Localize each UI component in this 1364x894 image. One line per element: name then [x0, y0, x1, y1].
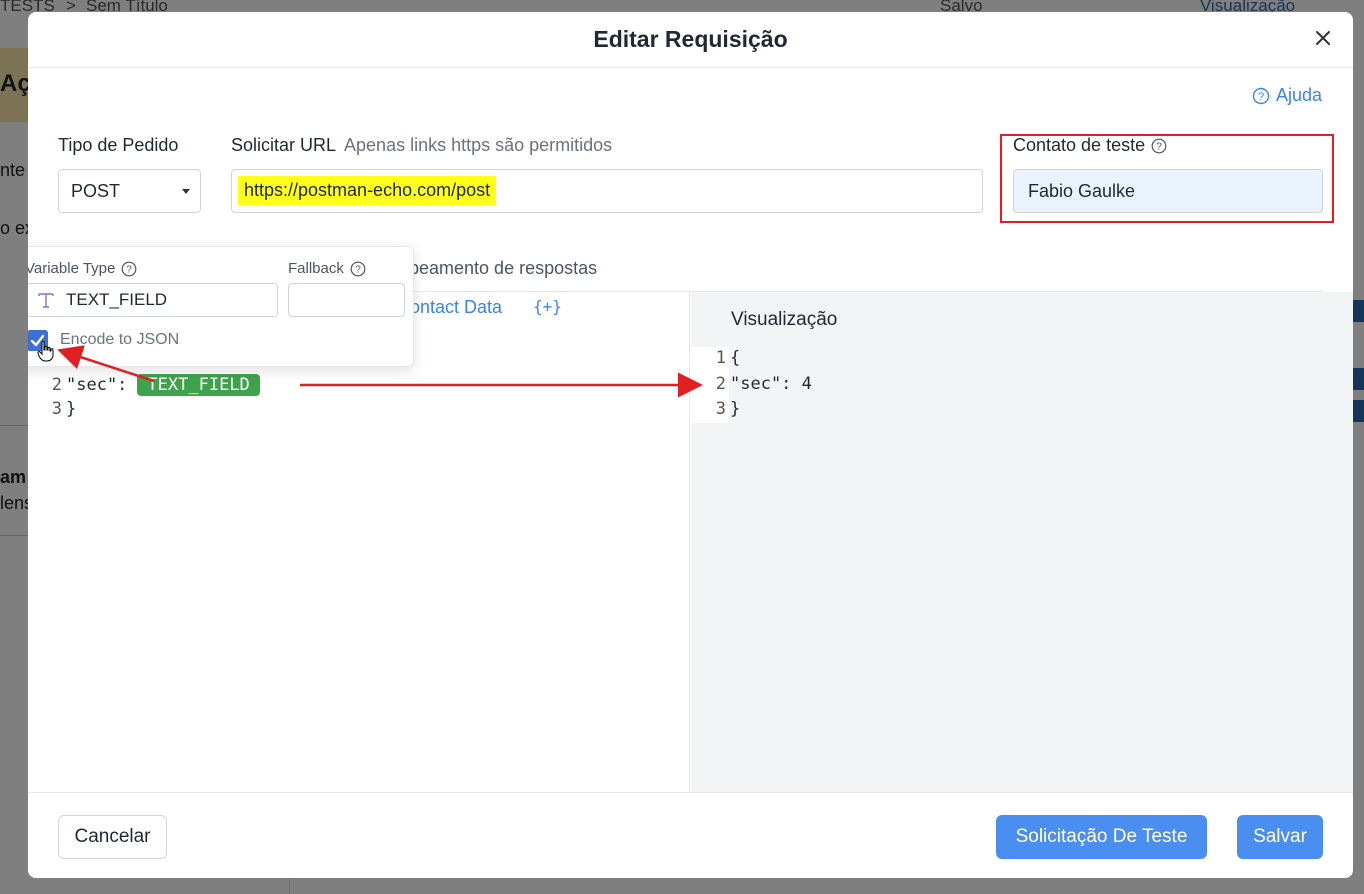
preview-pane	[691, 292, 1353, 792]
request-type-select[interactable]: POST	[58, 169, 201, 213]
code-text: {	[730, 348, 741, 368]
editor-line: 2 "sec": TEXT_FIELD	[48, 374, 260, 396]
contact-data-link[interactable]: ontact Data	[410, 297, 502, 318]
code-text: }	[66, 399, 77, 419]
line-number: 2	[715, 374, 726, 394]
request-url-value: https://postman-echo.com/post	[238, 176, 497, 205]
request-url-label-text: Solicitar URL	[231, 135, 337, 155]
save-button[interactable]: Salvar	[1237, 815, 1323, 859]
variable-type-label-text: Variable Type	[28, 260, 116, 277]
help-icon: ?	[1252, 87, 1270, 104]
fallback-label-text: Fallback	[288, 260, 344, 277]
code-text: "sec": 4	[730, 374, 812, 394]
variable-type-select[interactable]: TEXT_FIELD	[28, 283, 278, 317]
edit-request-modal: Editar Requisição ? Ajuda Tipo de Pedido…	[28, 12, 1353, 878]
test-contact-value: Fabio Gaulke	[1028, 181, 1136, 201]
encode-json-label: Encode to JSON	[60, 331, 180, 348]
svg-text:?: ?	[355, 264, 361, 275]
close-button[interactable]	[1311, 26, 1335, 50]
variable-chip[interactable]: TEXT_FIELD	[137, 374, 260, 396]
variable-settings-popover: Variable Type ? Fallback ? TEXT_FIELD En…	[28, 246, 414, 367]
svg-text:?: ?	[127, 264, 133, 275]
line-number: 1	[715, 348, 726, 368]
help-icon[interactable]: ?	[350, 261, 366, 277]
body-editor-pane[interactable]	[28, 292, 690, 792]
help-icon[interactable]: ?	[1151, 138, 1167, 154]
help-link[interactable]: ? Ajuda	[1252, 85, 1322, 106]
fallback-label: Fallback ?	[288, 260, 366, 277]
modal-header: Editar Requisição	[28, 12, 1353, 68]
test-contact-label-text: Contato de teste	[1013, 135, 1146, 155]
modal-title: Editar Requisição	[593, 26, 788, 52]
line-number: 3	[51, 399, 62, 419]
request-url-input[interactable]: https://postman-echo.com/post	[231, 169, 983, 213]
variable-type-value: TEXT_FIELD	[66, 290, 168, 309]
test-contact-select[interactable]: Fabio Gaulke	[1013, 169, 1323, 213]
text-type-icon	[38, 293, 54, 308]
line-number: 3	[715, 399, 726, 419]
line-number: 2	[51, 375, 62, 395]
editor-line: 3 }	[48, 399, 77, 419]
tab-response-mapping[interactable]: peamento de respostas	[409, 258, 597, 279]
request-url-label: Solicitar URL Apenas links https são perm…	[231, 135, 612, 156]
help-label: Ajuda	[1275, 85, 1322, 105]
request-type-label: Tipo de Pedido	[58, 135, 179, 155]
close-icon	[1316, 31, 1330, 45]
fallback-input[interactable]	[288, 283, 405, 317]
code-text: }	[730, 399, 741, 419]
cancel-button[interactable]: Cancelar	[58, 815, 167, 859]
modal-footer: Cancelar Solicitação De Teste Salvar	[28, 792, 1353, 878]
request-type-value: POST	[71, 181, 121, 201]
request-url-hint: Apenas links https são permitidos	[344, 135, 613, 155]
preview-line: 3 }	[712, 399, 741, 419]
svg-text:?: ?	[1156, 141, 1162, 152]
test-request-button[interactable]: Solicitação De Teste	[996, 815, 1207, 859]
svg-text:?: ?	[1258, 91, 1264, 103]
test-contact-label: Contato de teste ?	[1013, 135, 1167, 156]
preview-line: 2 "sec": 4	[712, 374, 812, 394]
help-icon[interactable]: ?	[121, 261, 137, 277]
caret-down-icon	[182, 189, 190, 194]
hand-cursor-icon	[37, 340, 54, 362]
preview-title: Visualização	[731, 309, 838, 330]
insert-variable-button[interactable]: {+}	[533, 297, 562, 316]
variable-type-label: Variable Type ?	[28, 260, 137, 277]
code-text: "sec":	[66, 375, 128, 395]
preview-line: 1 {	[712, 348, 741, 368]
